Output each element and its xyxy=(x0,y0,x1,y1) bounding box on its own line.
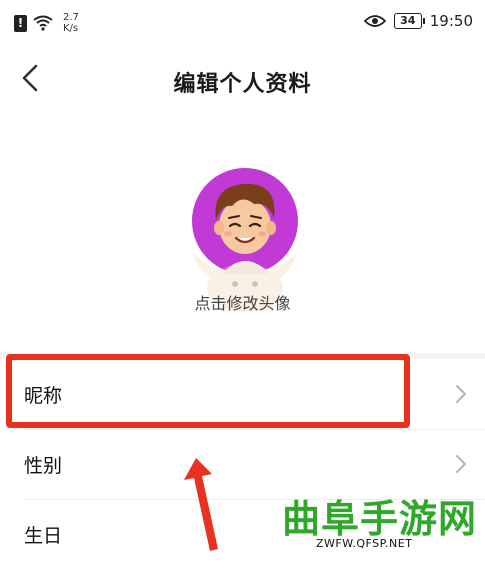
wifi-icon xyxy=(33,15,53,31)
page-title: 编辑个人资料 xyxy=(173,72,312,97)
clock: 19:50 xyxy=(429,12,473,30)
nickname-label: 昵称 xyxy=(24,385,63,407)
site-watermark-url: ZWFW.QFSP.NET xyxy=(316,537,413,550)
battery-icon: 34 xyxy=(393,13,425,29)
gender-label: 性别 xyxy=(24,455,63,477)
sim-alert-icon xyxy=(14,14,27,32)
birthday-label: 生日 xyxy=(24,525,63,547)
eye-icon xyxy=(363,15,386,27)
status-left: 2.7 K/s xyxy=(14,12,79,34)
change-avatar-link[interactable]: 点击修改头像 xyxy=(0,290,485,314)
network-speed-value: 2.7 xyxy=(63,12,79,23)
status-right: 34 19:50 xyxy=(363,12,473,30)
nickname-row[interactable]: 昵称 xyxy=(0,359,485,429)
network-speed: 2.7 K/s xyxy=(63,12,79,34)
network-speed-unit: K/s xyxy=(63,23,79,34)
chevron-right-icon xyxy=(456,385,466,403)
nav-bar: 编辑个人资料 xyxy=(0,52,485,108)
status-bar: 2.7 K/s 34 19:50 xyxy=(0,0,485,42)
chevron-right-icon xyxy=(456,455,466,473)
site-watermark-title: 曲阜手游网 xyxy=(282,496,478,541)
